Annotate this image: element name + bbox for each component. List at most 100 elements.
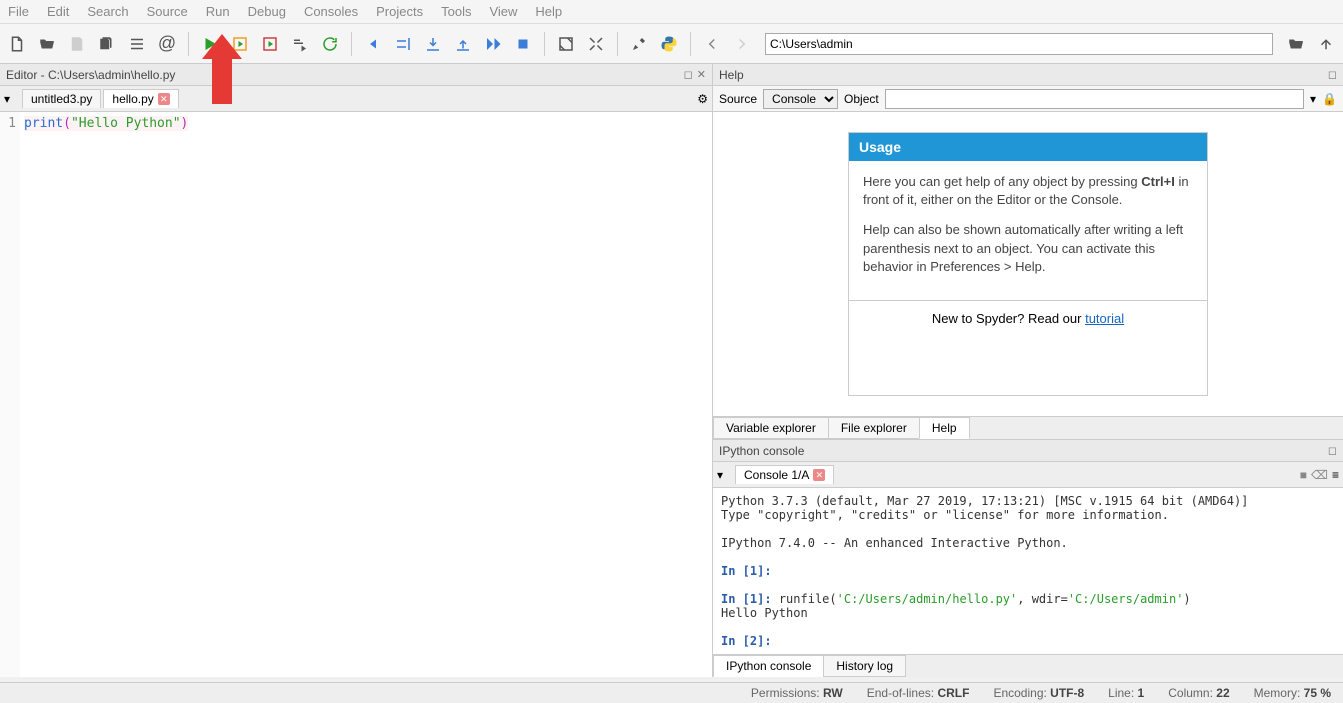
stop-console-icon[interactable]: ■ bbox=[1300, 468, 1307, 482]
tab-untitled3[interactable]: untitled3.py bbox=[22, 89, 101, 108]
usage-footer: New to Spyder? Read our tutorial bbox=[849, 300, 1207, 336]
list-icon[interactable] bbox=[126, 33, 148, 55]
help-title: Help bbox=[719, 68, 744, 82]
menu-source[interactable]: Source bbox=[147, 4, 188, 19]
editor-titlebar: Editor - C:\Users\admin\hello.py ◻ ✕ bbox=[0, 64, 712, 86]
menu-file[interactable]: File bbox=[8, 4, 29, 19]
run-selection-icon[interactable] bbox=[289, 33, 311, 55]
menu-debug[interactable]: Debug bbox=[248, 4, 286, 19]
parent-dir-icon[interactable] bbox=[1315, 33, 1337, 55]
usage-heading: Usage bbox=[849, 133, 1207, 161]
tab-hello[interactable]: hello.py ✕ bbox=[103, 89, 178, 108]
clear-console-icon[interactable]: ⌫ bbox=[1311, 468, 1328, 482]
status-label: Permissions: bbox=[751, 686, 820, 700]
help-titlebar: Help ◻ bbox=[713, 64, 1343, 86]
close-tab-icon[interactable]: ✕ bbox=[813, 469, 825, 481]
console-output[interactable]: Python 3.7.3 (default, Mar 27 2019, 17:1… bbox=[713, 488, 1343, 654]
fullscreen-icon[interactable] bbox=[585, 33, 607, 55]
tab-file-explorer[interactable]: File explorer bbox=[828, 417, 920, 439]
undock-icon[interactable]: ◻ bbox=[1328, 68, 1337, 81]
pythonpath-icon[interactable] bbox=[658, 33, 680, 55]
save-icon[interactable] bbox=[66, 33, 88, 55]
right-lower-tabs: IPython console History log bbox=[713, 654, 1343, 677]
maximize-icon[interactable] bbox=[555, 33, 577, 55]
status-label: Encoding: bbox=[993, 686, 1046, 700]
menu-run[interactable]: Run bbox=[206, 4, 230, 19]
dropdown-icon[interactable]: ▾ bbox=[1310, 92, 1316, 106]
tab-ipython[interactable]: IPython console bbox=[713, 655, 824, 677]
menu-consoles[interactable]: Consoles bbox=[304, 4, 358, 19]
lock-icon[interactable]: 🔒 bbox=[1322, 92, 1337, 106]
status-value: UTF-8 bbox=[1050, 686, 1084, 700]
browse-tabs-icon[interactable]: ▾ bbox=[4, 92, 20, 106]
tab-label: Console 1/A bbox=[744, 468, 809, 482]
tab-help[interactable]: Help bbox=[919, 417, 970, 439]
browse-consoles-icon[interactable]: ▾ bbox=[717, 468, 733, 482]
editor-title: Editor - C:\Users\admin\hello.py bbox=[6, 68, 175, 82]
object-input[interactable] bbox=[885, 89, 1304, 109]
tab-label: untitled3.py bbox=[31, 92, 92, 106]
help-pane: Help ◻ Source Console Object ▾ 🔒 Usage H… bbox=[713, 64, 1343, 439]
usage-box: Usage Here you can get help of any objec… bbox=[848, 132, 1208, 396]
status-label: Column: bbox=[1168, 686, 1213, 700]
menu-help[interactable]: Help bbox=[535, 4, 562, 19]
tab-console-1a[interactable]: Console 1/A ✕ bbox=[735, 465, 834, 484]
tab-options-icon[interactable]: ⚙ bbox=[697, 92, 708, 106]
at-icon[interactable]: @ bbox=[156, 33, 178, 55]
back-icon[interactable] bbox=[701, 33, 723, 55]
editor-pane: Editor - C:\Users\admin\hello.py ◻ ✕ ▾ u… bbox=[0, 64, 713, 677]
menu-projects[interactable]: Projects bbox=[376, 4, 423, 19]
menu-search[interactable]: Search bbox=[87, 4, 128, 19]
ipython-pane: IPython console ◻ ▾ Console 1/A ✕ ■ ⌫ ≡ P… bbox=[713, 439, 1343, 677]
run-cell-advance-icon[interactable] bbox=[259, 33, 281, 55]
console-options-icon[interactable]: ≡ bbox=[1332, 468, 1339, 482]
code-token: print bbox=[24, 116, 63, 131]
tab-history[interactable]: History log bbox=[823, 655, 906, 677]
usage-text: Help can also be shown automatically aft… bbox=[863, 221, 1193, 276]
debug-next-icon[interactable] bbox=[392, 33, 414, 55]
ipython-titlebar: IPython console ◻ bbox=[713, 440, 1343, 462]
undock-icon[interactable]: ◻ bbox=[1328, 444, 1337, 457]
browse-dir-icon[interactable] bbox=[1285, 33, 1307, 55]
right-upper-tabs: Variable explorer File explorer Help bbox=[713, 416, 1343, 439]
status-value: 22 bbox=[1216, 686, 1229, 700]
debug-stop-icon[interactable] bbox=[512, 33, 534, 55]
statusbar: Permissions: RW End-of-lines: CRLF Encod… bbox=[0, 682, 1343, 703]
debug-step-icon[interactable] bbox=[362, 33, 384, 55]
tutorial-link[interactable]: tutorial bbox=[1085, 311, 1124, 326]
ipython-title: IPython console bbox=[719, 444, 804, 458]
open-file-icon[interactable] bbox=[36, 33, 58, 55]
new-file-icon[interactable] bbox=[6, 33, 28, 55]
status-label: End-of-lines: bbox=[867, 686, 934, 700]
run-cell-icon[interactable] bbox=[229, 33, 251, 55]
tab-label: hello.py bbox=[112, 92, 153, 106]
debug-into-icon[interactable] bbox=[422, 33, 444, 55]
forward-icon[interactable] bbox=[731, 33, 753, 55]
debug-out-icon[interactable] bbox=[452, 33, 474, 55]
code-token: "Hello Python" bbox=[71, 116, 181, 131]
status-label: Line: bbox=[1108, 686, 1134, 700]
tab-variable-explorer[interactable]: Variable explorer bbox=[713, 417, 829, 439]
menu-edit[interactable]: Edit bbox=[47, 4, 69, 19]
close-pane-icon[interactable]: ✕ bbox=[697, 68, 706, 81]
close-tab-icon[interactable]: ✕ bbox=[158, 93, 170, 105]
undock-icon[interactable]: ◻ bbox=[684, 68, 693, 81]
menubar: File Edit Search Source Run Debug Consol… bbox=[0, 0, 1343, 24]
rerun-icon[interactable] bbox=[319, 33, 341, 55]
save-all-icon[interactable] bbox=[96, 33, 118, 55]
preferences-icon[interactable] bbox=[628, 33, 650, 55]
toolbar: @ bbox=[0, 24, 1343, 64]
usage-text: Here you can get help of any object by p… bbox=[863, 173, 1193, 209]
status-value: RW bbox=[823, 686, 843, 700]
menu-tools[interactable]: Tools bbox=[441, 4, 471, 19]
object-label: Object bbox=[844, 92, 879, 106]
working-dir-input[interactable] bbox=[765, 33, 1273, 55]
debug-continue-icon[interactable] bbox=[482, 33, 504, 55]
run-icon[interactable] bbox=[199, 33, 221, 55]
source-select[interactable]: Console bbox=[763, 89, 838, 109]
code-editor[interactable]: 1 print("Hello Python") bbox=[0, 112, 712, 677]
line-gutter: 1 bbox=[0, 112, 20, 677]
editor-tabs: ▾ untitled3.py hello.py ✕ ⚙ bbox=[0, 86, 712, 112]
source-label: Source bbox=[719, 92, 757, 106]
menu-view[interactable]: View bbox=[489, 4, 517, 19]
